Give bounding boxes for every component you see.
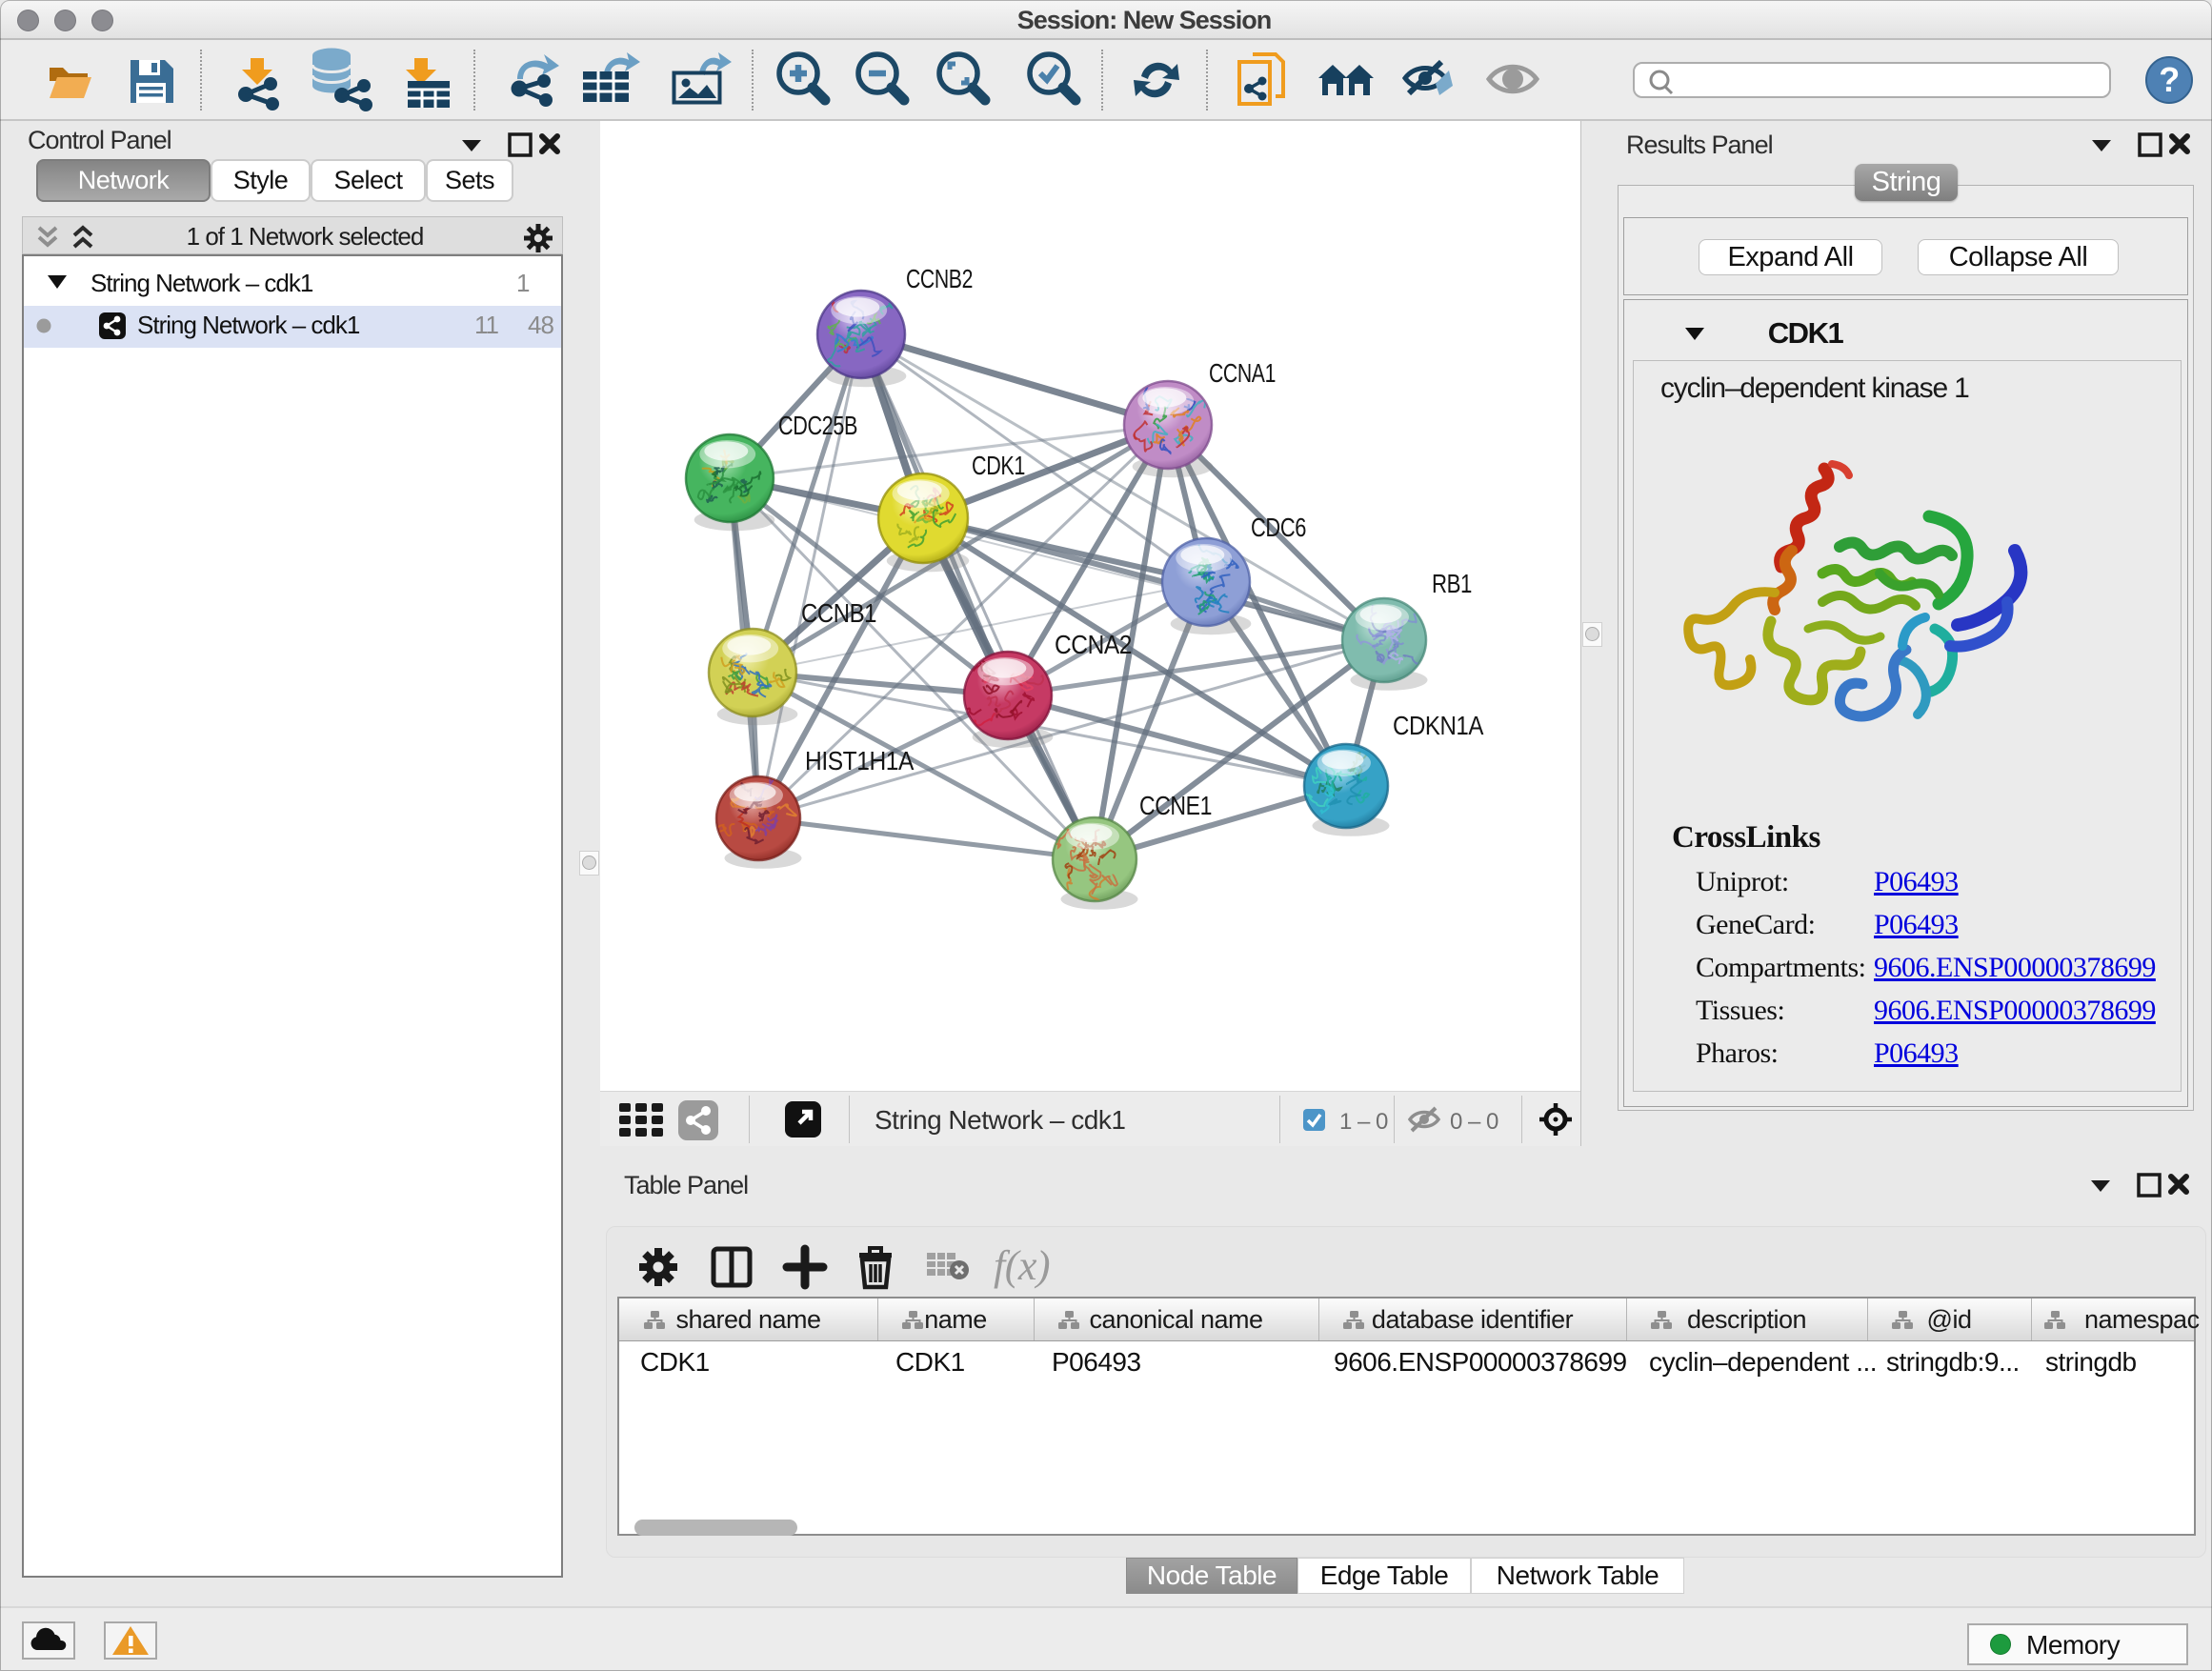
- svg-text:f(x): f(x): [994, 1242, 1050, 1289]
- svg-text:CCNA2: CCNA2: [1055, 630, 1132, 659]
- svg-text:CDKN1A: CDKN1A: [1393, 711, 1484, 740]
- svg-text:?: ?: [2159, 60, 2180, 99]
- svg-text:CDK1: CDK1: [972, 451, 1025, 480]
- svg-text:CCNA1: CCNA1: [1209, 358, 1276, 388]
- svg-text:CDC25B: CDC25B: [778, 411, 857, 440]
- svg-text:CCNB1: CCNB1: [801, 598, 876, 628]
- svg-text:CCNE1: CCNE1: [1139, 791, 1212, 820]
- svg-text:HIST1H1A: HIST1H1A: [805, 746, 915, 775]
- svg-text:CCNB2: CCNB2: [906, 264, 973, 293]
- svg-text:RB1: RB1: [1432, 569, 1472, 598]
- svg-text:CDC6: CDC6: [1251, 513, 1306, 542]
